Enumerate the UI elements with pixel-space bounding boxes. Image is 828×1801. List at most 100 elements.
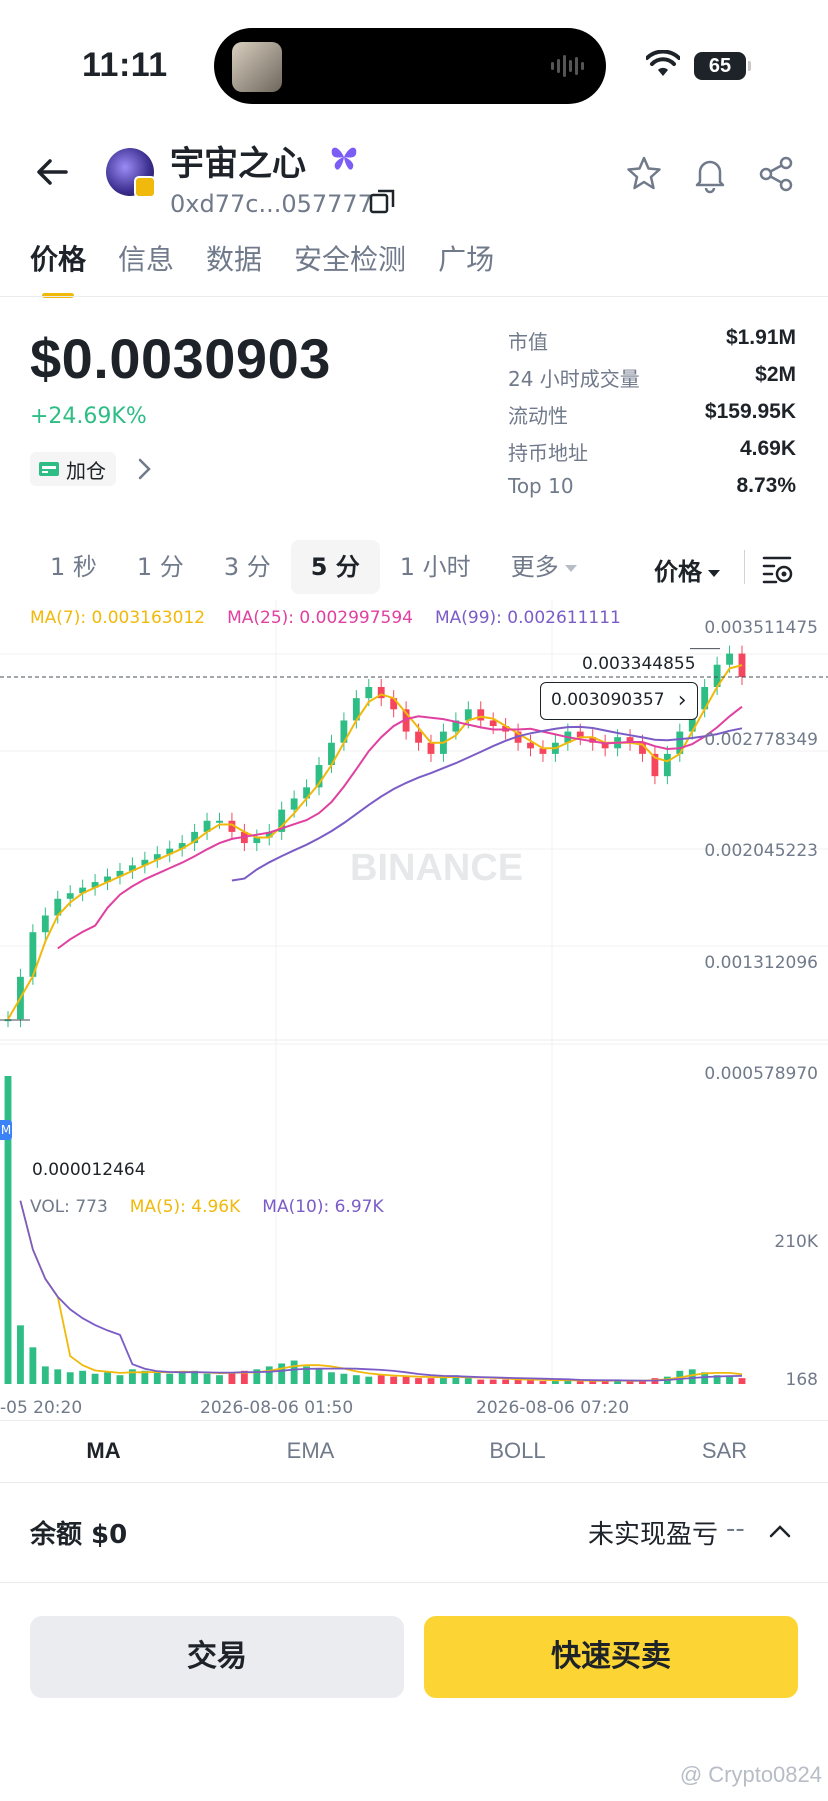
tab-security[interactable]: 安全检测 [294,238,406,278]
indicator-ma[interactable]: MA [0,1422,207,1480]
volume-bar-59 [738,1378,746,1384]
chevron-right-icon[interactable] [134,456,154,482]
tab-square[interactable]: 广场 [438,238,494,278]
indicator-divider-bottom [0,1482,828,1483]
ma-legend: MA(7): 0.003163012 MA(25): 0.002997594 M… [30,608,621,628]
trade-button[interactable]: 交易 [30,1616,404,1698]
section-tabs: 价格 信息 数据 安全检测 广场 [30,238,494,298]
status-time: 11:11 [82,46,168,84]
indicator-boll[interactable]: BOLL [414,1422,621,1480]
volume-bar-41 [514,1379,522,1384]
chain-badge-icon [134,176,156,198]
y-tick-1: 0.002778349 [704,730,818,750]
tab-data[interactable]: 数据 [206,238,262,278]
volume-bar-28 [352,1375,360,1384]
stat-volume: 24 小时成交量 $2M [508,363,796,391]
volume-bar-5 [66,1372,74,1384]
contract-address: 0xd77c...057777 [170,190,373,218]
caret-down-icon [708,569,720,577]
volume-bar-39 [489,1379,497,1384]
volume-bar-29 [365,1376,373,1384]
candle-33 [415,731,422,743]
volume-bar-22 [278,1363,286,1384]
vol-ma5-legend: MA(5): 4.96K [129,1197,241,1217]
balance: 余额 $0 [30,1520,128,1550]
binance-watermark: BINANCE [350,847,523,889]
volume-bar-9 [116,1375,124,1384]
volume-bar-7 [91,1373,99,1384]
candle-3 [41,915,49,933]
vol-tick-0: 210K [774,1232,818,1252]
volume-bar-16 [203,1373,211,1384]
x-tick-0: -05 20:20 [0,1398,83,1418]
volume-bar-17 [216,1375,223,1384]
battery-icon: 65 [694,52,751,80]
volume-bar-34 [427,1378,435,1384]
candle-23 [290,798,298,810]
volume-bar-25 [315,1369,323,1384]
copy-icon[interactable] [368,186,398,216]
interval-more[interactable]: 更多 [491,540,597,594]
candle-53 [663,753,671,777]
add-position-button[interactable]: 加仓 [30,452,116,486]
volume-bar-12 [153,1372,161,1384]
ma99-legend: MA(99): 0.002611111 [434,608,621,628]
tab-info[interactable]: 信息 [118,238,174,278]
volume-bar-4 [54,1369,62,1384]
volume-bar-32 [402,1376,410,1384]
price-chart[interactable]: BINANCE [0,600,828,1390]
image-watermark: @ Crypto0824 [679,1762,822,1787]
share-icon[interactable] [756,154,796,194]
interval-1s[interactable]: 1 秒 [30,540,117,594]
footer-divider [0,1582,828,1583]
volume-bar-58 [726,1376,733,1384]
tab-price[interactable]: 价格 [30,238,86,298]
chart-marker[interactable]: M [0,1120,12,1140]
indicator-divider-top [0,1420,828,1421]
volume-bar-8 [104,1372,111,1384]
interval-1m[interactable]: 1 分 [117,540,204,594]
x-tick-2: 2026-08-06 07:20 [476,1398,630,1418]
volume-bar-31 [390,1376,398,1384]
favorite-star-icon[interactable] [624,154,664,194]
candle-17 [216,820,223,823]
chart-mode-select[interactable]: 价格 [654,552,720,587]
candle-29 [365,687,373,699]
indicator-sar[interactable]: SAR [621,1422,828,1480]
dynamic-island [214,28,606,104]
interval-3m[interactable]: 3 分 [204,540,291,594]
volume-bar-30 [377,1375,385,1384]
chart-settings-icon[interactable] [760,552,794,586]
low-price-label: 0.000012464 [32,1160,146,1180]
position-icon [39,462,59,476]
volume-bar-55 [688,1369,696,1384]
interval-5m[interactable]: 5 分 [290,540,380,594]
candle-38 [477,709,485,721]
ma7-legend: MA(7): 0.003163012 [30,608,206,628]
interval-1h[interactable]: 1 小时 [380,540,491,594]
x-tick-1: 2026-08-06 01:50 [200,1398,354,1418]
volume-bar-26 [328,1372,335,1384]
back-arrow-icon[interactable] [32,152,72,192]
indicator-ema[interactable]: EMA [207,1422,414,1480]
volume-bar-46 [576,1381,584,1384]
volume-bar-1 [17,1325,24,1384]
volume-bar-38 [477,1379,485,1384]
bell-icon[interactable] [690,154,730,194]
current-price-tag[interactable]: 0.003090357 [540,682,698,720]
now-playing-thumbnail [232,42,282,92]
quick-buy-sell-button[interactable]: 快速买卖 [424,1616,798,1698]
volume-bar-18 [228,1372,236,1384]
vol-ma10-legend: MA(10): 6.97K [262,1197,384,1217]
indicator-tabs: MA EMA BOLL SAR [0,1422,828,1480]
volume-bar-44 [551,1381,559,1384]
interval-selector: 1 秒 1 分 3 分 5 分 1 小时 更多 [30,540,597,594]
volume-legend: VOL: 773 MA(5): 4.96K MA(10): 6.97K [30,1197,384,1217]
ma25-legend: MA(25): 0.002997594 [227,608,413,628]
unrealized-pnl-label: 未实现盈亏 [587,1520,718,1550]
price-change: +24.69K% [30,404,147,429]
chevron-up-icon[interactable] [766,1518,794,1546]
token-stats: 市值 $1.91M 24 小时成交量 $2M 流动性 $159.95K 持币地址 4.6… [508,326,796,511]
ma25-line [57,705,743,950]
volume-bar-13 [166,1373,174,1384]
